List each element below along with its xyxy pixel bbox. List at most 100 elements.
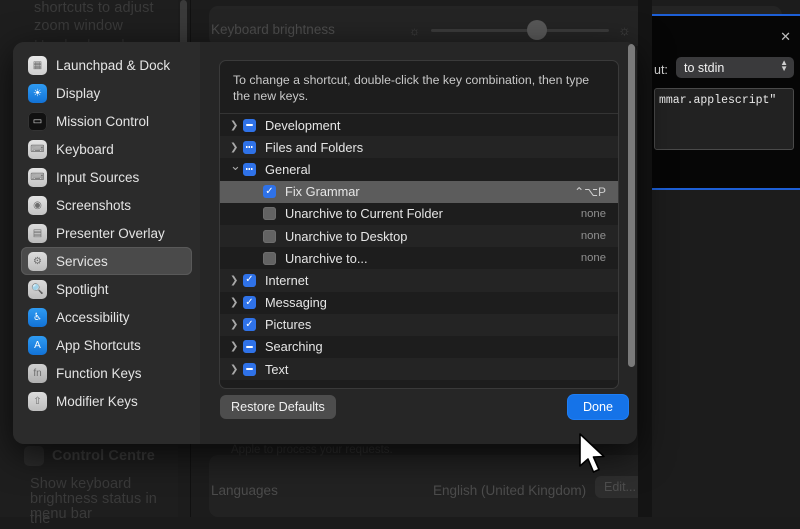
sidebar-item-display[interactable]: ☀Display <box>21 79 192 107</box>
service-name: Unarchive to... <box>285 251 581 266</box>
table-row[interactable]: ❯✓ Internet <box>220 269 618 291</box>
sidebar-item-label: Input Sources <box>56 170 139 185</box>
dash-glyph <box>246 124 253 126</box>
sidebar-item-spotlight[interactable]: 🔍 Spotlight <box>21 275 192 303</box>
chevron-right-icon[interactable]: ❯ <box>230 120 243 131</box>
table-row[interactable]: Unarchive to Desktopnone <box>220 225 618 247</box>
chevron-right-icon[interactable]: ❯ <box>230 275 243 286</box>
sidebar-item-input-sources[interactable]: ⌨Input Sources <box>21 163 192 191</box>
mouse-cursor <box>578 433 608 477</box>
function-keys-icon: fn <box>28 364 47 383</box>
checkbox-mixed[interactable] <box>243 141 256 154</box>
shortcut-value[interactable]: none <box>581 230 618 242</box>
keyboard-brightness-row: Keyboard brightness ☼ ☼ <box>211 16 631 42</box>
checkbox-on[interactable]: ✓ <box>243 274 256 287</box>
output-select[interactable]: to stdin ▲▼ <box>676 57 794 78</box>
services-list-card: To change a shortcut, double-click the k… <box>219 60 619 389</box>
bg-control-centre-line-3: menu bar <box>30 504 92 524</box>
restore-defaults-button[interactable]: Restore Defaults <box>220 395 336 419</box>
sidebar-item-accessibility[interactable]: ♿Accessibility <box>21 303 192 331</box>
sidebar-item-services[interactable]: ⚙Services <box>21 247 192 275</box>
sidebar-item-label: Accessibility <box>56 310 130 325</box>
sidebar-item-mission-control[interactable]: ▭Mission Control <box>21 107 192 135</box>
table-row[interactable]: ⌄ General <box>220 158 618 180</box>
service-name: Pictures <box>265 317 606 332</box>
sidebar-item-function-keys[interactable]: fnFunction Keys <box>21 359 192 387</box>
table-row[interactable]: Unarchive to Current Foldernone <box>220 203 618 225</box>
sidebar-item-label: Launchpad & Dock <box>56 58 170 73</box>
shortcut-value[interactable]: none <box>581 252 618 264</box>
service-name: General <box>265 162 606 177</box>
languages-value: English (United Kingdom) <box>433 483 586 498</box>
checkbox-mixed[interactable] <box>243 119 256 132</box>
script-editor-window: ✕ ut: to stdin ▲▼ mmar.applescript" <box>652 14 800 190</box>
display-icon: ☀ <box>28 84 47 103</box>
sidebar-item-screenshots[interactable]: ◉Screenshots <box>21 191 192 219</box>
chevron-right-icon[interactable]: ❯ <box>230 297 243 308</box>
dash-glyph <box>246 346 253 348</box>
apple-processing-note: Apple to process your requests. <box>231 444 393 456</box>
table-row[interactable]: ❯Files and Folders <box>220 136 618 158</box>
brightness-high-icon: ☼ <box>618 22 631 38</box>
spotlight-icon: 🔍 <box>28 280 47 299</box>
sidebar-item-label: Keyboard <box>56 142 114 157</box>
shortcut-value[interactable]: none <box>581 208 618 220</box>
languages-label: Languages <box>211 483 278 498</box>
sidebar-item-label: Modifier Keys <box>56 394 138 409</box>
table-row[interactable]: ❯ Text <box>220 358 618 380</box>
checkbox-on[interactable]: ✓ <box>243 318 256 331</box>
control-centre-icon <box>24 446 44 466</box>
service-name: Internet <box>265 273 606 288</box>
sidebar-item-label: Screenshots <box>56 198 131 213</box>
table-row[interactable]: ❯Searching <box>220 336 618 358</box>
checkbox-mixed[interactable] <box>243 340 256 353</box>
sidebar-item-label: Services <box>56 254 108 269</box>
table-row[interactable]: ✓Fix Grammar⌃⌥P <box>220 181 618 203</box>
keyboard-brightness-slider[interactable]: ☼ ☼ <box>409 20 631 40</box>
service-name: Unarchive to Desktop <box>285 229 581 244</box>
slider-knob[interactable] <box>527 20 547 40</box>
sidebar-item-presenter-overlay[interactable]: ▤Presenter Overlay <box>21 219 192 247</box>
chevron-right-icon[interactable]: ❯ <box>230 364 243 375</box>
shortcut-hint-text: To change a shortcut, double-click the k… <box>220 61 618 114</box>
checkbox-off[interactable] <box>263 252 276 265</box>
services-list: ❯Development❯Files and Folders⌄ General ✓F… <box>220 114 618 380</box>
chevron-down-icon[interactable]: ⌄ <box>230 158 243 174</box>
sidebar-item-app-shortcuts[interactable]: A App Shortcuts <box>21 331 192 359</box>
chevron-right-icon[interactable]: ❯ <box>230 142 243 153</box>
chevron-right-icon[interactable]: ❯ <box>230 319 243 330</box>
checkbox-on[interactable]: ✓ <box>243 296 256 309</box>
checkbox-on[interactable]: ✓ <box>263 185 276 198</box>
window-gap-strip <box>638 0 652 517</box>
app-shortcuts-icon: A <box>28 336 47 355</box>
sidebar-item-label: App Shortcuts <box>56 338 141 353</box>
script-code-field[interactable]: mmar.applescript" <box>654 88 794 150</box>
service-name: Text <box>265 362 606 377</box>
checkbox-mixed[interactable] <box>243 363 256 376</box>
close-icon[interactable]: ✕ <box>780 30 791 43</box>
dashed-glyph <box>246 146 254 148</box>
launchpad-icon: ▦ <box>28 56 47 75</box>
checkbox-off[interactable] <box>263 207 276 220</box>
bg-text-line-2: zoom window <box>34 16 123 36</box>
checkbox-mixed[interactable] <box>243 163 256 176</box>
sidebar-item-launchpad-dock[interactable]: ▦ Launchpad & Dock <box>21 51 192 79</box>
chevron-right-icon[interactable]: ❯ <box>230 341 243 352</box>
dash-glyph <box>246 368 253 370</box>
table-row[interactable]: ❯Development <box>220 114 618 136</box>
sidebar-item-label: Spotlight <box>56 282 109 297</box>
checkbox-off[interactable] <box>263 230 276 243</box>
done-button[interactable]: Done <box>568 395 628 419</box>
bg-control-centre-title: Control Centre <box>52 446 155 466</box>
shortcut-value[interactable]: ⌃⌥P <box>574 185 618 199</box>
table-row[interactable]: ❯✓Messaging <box>220 292 618 314</box>
stepper-icon[interactable]: ▲▼ <box>780 60 788 72</box>
services-list-scrollbar[interactable] <box>628 44 635 367</box>
sidebar-item-modifier-keys[interactable]: ⇧Modifier Keys <box>21 387 192 415</box>
table-row[interactable]: Unarchive to...none <box>220 247 618 269</box>
shortcut-detail-pane: To change a shortcut, double-click the k… <box>200 42 637 444</box>
brightness-low-icon: ☼ <box>409 24 420 38</box>
service-name: Unarchive to Current Folder <box>285 206 581 221</box>
table-row[interactable]: ❯✓ Pictures <box>220 314 618 336</box>
sidebar-item-keyboard[interactable]: ⌨Keyboard <box>21 135 192 163</box>
